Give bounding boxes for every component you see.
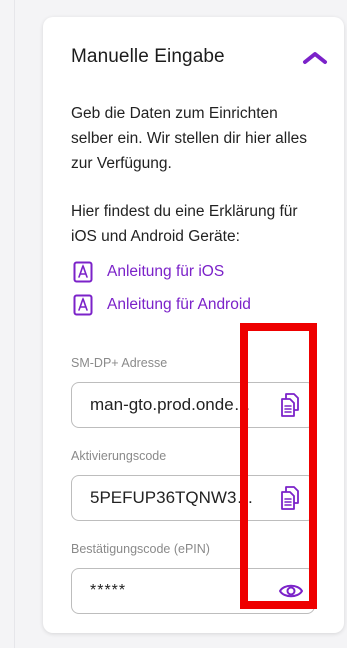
smdp-address-label: SM-DP+ Adresse xyxy=(71,356,168,370)
collapse-chevron-icon[interactable] xyxy=(302,48,328,68)
copy-icon[interactable] xyxy=(278,485,304,511)
intro-text: Geb die Daten zum Einrichten selber ein.… xyxy=(71,105,308,172)
activation-code-value: 5PEFUP36TQNW3OAP xyxy=(90,488,260,507)
ios-guide-label: Anleitung für iOS xyxy=(107,263,225,280)
pdf-icon xyxy=(73,261,93,283)
epin-label: Bestätigungscode (ePIN) xyxy=(71,542,210,556)
epin-value: ***** xyxy=(90,582,127,599)
eye-icon[interactable] xyxy=(278,578,304,604)
smdp-address-value: man-gto.prod.ondemand.com xyxy=(90,395,260,414)
activation-code-field[interactable]: 5PEFUP36TQNW3OAP xyxy=(71,475,315,521)
explanation-text: Hier findest du eine Erklärung für iOS u… xyxy=(71,203,298,245)
left-panel-edge xyxy=(0,0,15,648)
smdp-address-field[interactable]: man-gto.prod.ondemand.com xyxy=(71,382,315,428)
android-guide-label: Anleitung für Android xyxy=(107,296,251,313)
copy-icon[interactable] xyxy=(278,392,304,418)
pdf-icon xyxy=(73,294,93,316)
android-guide-link[interactable]: Anleitung für Android xyxy=(73,294,251,316)
epin-field[interactable]: ***** xyxy=(71,568,315,614)
card-title: Manuelle Eingabe xyxy=(71,46,225,67)
manual-entry-card: Manuelle Eingabe Geb die Daten zum Einri… xyxy=(43,17,344,633)
activation-code-label: Aktivierungscode xyxy=(71,449,167,463)
ios-guide-link[interactable]: Anleitung für iOS xyxy=(73,261,224,283)
